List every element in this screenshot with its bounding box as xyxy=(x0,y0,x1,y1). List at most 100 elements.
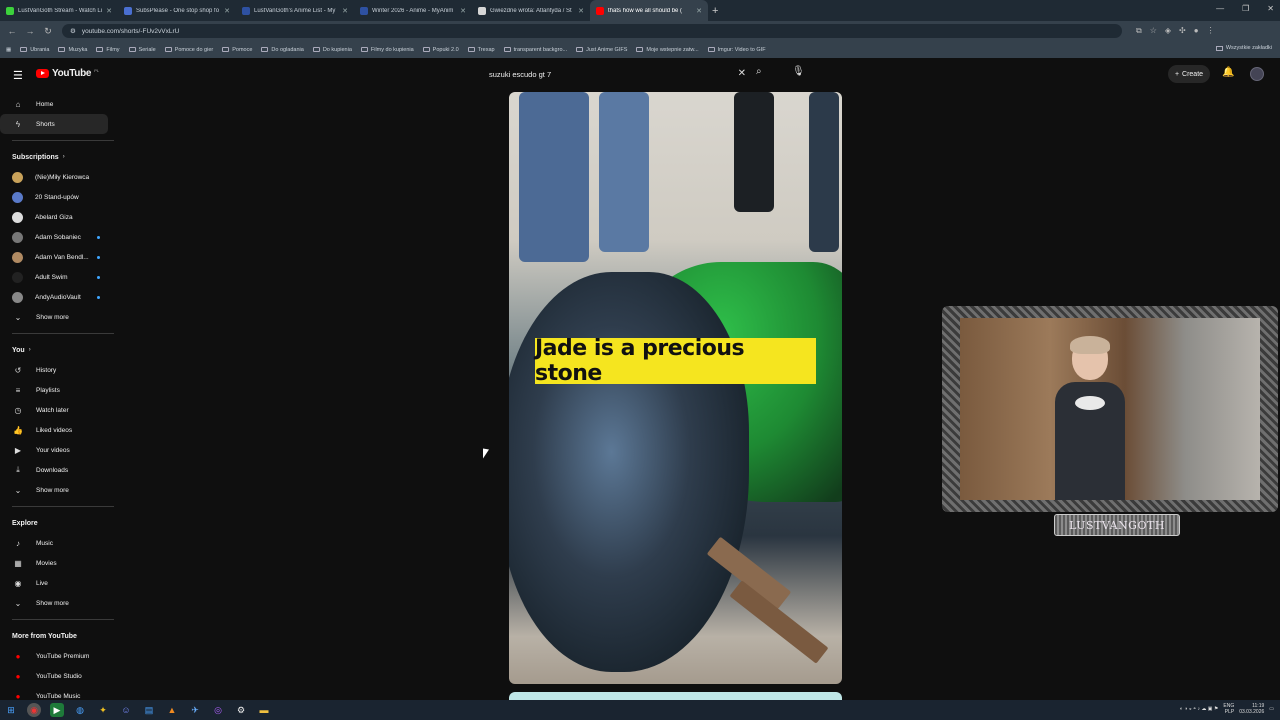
create-button[interactable]: + Create xyxy=(1168,65,1210,83)
next-short-preview[interactable] xyxy=(509,692,842,700)
sidebar-item[interactable]: ↺ History xyxy=(0,360,108,380)
bookmark-item[interactable]: Imgur: Video to GIF xyxy=(707,47,766,53)
puzzle-icon[interactable]: ✣ xyxy=(1179,26,1186,36)
shorts-video-player[interactable]: Jade is a precious stone xyxy=(509,92,842,684)
steam-icon[interactable]: ✈ xyxy=(188,703,202,717)
sidebar-item[interactable]: ● YouTube Studio xyxy=(0,666,108,686)
subscriptions-header[interactable]: Subscriptions › xyxy=(0,147,118,167)
sidebar-item[interactable]: ● YouTube Premium xyxy=(0,646,108,666)
minimize-icon[interactable]: — xyxy=(1216,4,1224,13)
bookmark-item[interactable]: Popuki 2.0 xyxy=(422,47,459,53)
tab[interactable]: Winter 2026 - Anime - MyAnim ✕ xyxy=(354,0,472,21)
tab[interactable]: Gwiezdne wrota: Atlantyda / St ✕ xyxy=(472,0,590,21)
editor-icon[interactable]: ▤ xyxy=(142,703,156,717)
sidebar-item[interactable]: Abelard Giza xyxy=(0,207,108,227)
tab[interactable]: LustVanGoth's Anime List - My ✕ xyxy=(236,0,354,21)
tab-close-icon[interactable]: ✕ xyxy=(106,7,112,15)
bookmark-item[interactable]: Filmy xyxy=(96,47,120,53)
tab-close-icon[interactable]: ✕ xyxy=(342,7,348,15)
bookmark-item[interactable]: Seriale xyxy=(128,47,156,53)
search-input[interactable]: suzuki escudo gt 7 ✕ xyxy=(482,64,752,84)
tab[interactable]: LustVanGoth Stream - Watch Li ✕ xyxy=(0,0,118,21)
bookmark-item[interactable]: Filmy do kupienia xyxy=(360,47,414,53)
hamburger-menu-icon[interactable]: ☰ xyxy=(13,69,23,82)
install-icon[interactable]: ⧉ xyxy=(1136,26,1142,36)
more-from-youtube-header[interactable]: More from YouTube xyxy=(0,626,118,646)
sidebar-item[interactable]: Adam Van Bendl... xyxy=(0,247,108,267)
tab-close-icon[interactable]: ✕ xyxy=(224,7,230,15)
sidebar-item[interactable]: ⌄ Show more xyxy=(0,593,108,613)
sidebar-item[interactable]: ≡ Playlists xyxy=(0,380,108,400)
language-indicator[interactable]: ENG PLP xyxy=(1223,703,1234,715)
notifications-bell-icon[interactable]: 🔔 xyxy=(1222,67,1234,78)
bookmark-item[interactable]: Trexap xyxy=(467,47,495,53)
tab-close-icon[interactable]: ✕ xyxy=(460,7,466,15)
sidebar-item[interactable]: AndyAudioVault xyxy=(0,287,108,307)
menu-dots-icon[interactable]: ⋮ xyxy=(1207,26,1215,36)
sidebar-item[interactable]: ♪ Music xyxy=(0,533,108,553)
bookmark-item[interactable]: Do ogladania xyxy=(261,47,304,53)
new-tab-icon[interactable]: + xyxy=(712,5,718,17)
bookmark-item[interactable]: Just Anime GIFS xyxy=(576,47,627,53)
tab-active[interactable]: thats how we all should be (✕ xyxy=(590,0,708,21)
obs-icon[interactable]: ◎ xyxy=(211,703,225,717)
file-explorer-icon[interactable]: ▬ xyxy=(257,703,271,717)
sidebar-item[interactable]: ◷ Watch later xyxy=(0,400,108,420)
bookmark-item[interactable]: Muzyka xyxy=(58,47,87,53)
sidebar-item[interactable]: (Nie)Miły Kierowca xyxy=(0,167,108,187)
bookmark-item[interactable]: Ubrania xyxy=(20,47,49,53)
reload-icon[interactable]: ↻ xyxy=(42,26,54,37)
bookmark-item[interactable]: Pomoce xyxy=(222,47,252,53)
browser-icon[interactable]: ◍ xyxy=(73,703,87,717)
bookmark-item[interactable]: Moje wstepnie zatw... xyxy=(636,47,699,53)
tray-icons[interactable]: ◐ ◑ ◒ ◓ ♪ ☁ ▣ ⚑ xyxy=(1180,706,1219,712)
avatar[interactable] xyxy=(1250,67,1264,81)
sidebar-item[interactable]: ▶ Your videos xyxy=(0,440,108,460)
sidebar-item[interactable]: ⌂ Home xyxy=(0,94,108,114)
downloads-icon: ⤓ xyxy=(16,465,20,474)
notification-icon[interactable]: ▭ xyxy=(1269,706,1274,712)
chrome-icon[interactable]: ◉ xyxy=(27,703,41,717)
clock[interactable]: 11:19 03.03.2026 xyxy=(1239,703,1264,715)
url-field[interactable]: ⚙ youtube.com/shorts/-FUv2vVxLrU xyxy=(62,24,1122,38)
settings-icon[interactable]: ⚙ xyxy=(234,703,248,717)
all-bookmarks[interactable]: Wszystkie zakładki xyxy=(1215,45,1272,51)
sidebar-item[interactable]: Adam Sobaniec xyxy=(0,227,108,247)
sidebar-item[interactable]: ϟ Shorts xyxy=(0,114,108,134)
tab-close-icon[interactable]: ✕ xyxy=(578,7,584,15)
sidebar-item[interactable]: ⌄ Show more xyxy=(0,480,108,500)
sidebar-item[interactable]: 👍 Liked videos xyxy=(0,420,108,440)
app-icon[interactable]: ✦ xyxy=(96,703,110,717)
star-icon[interactable]: ☆ xyxy=(1150,26,1157,36)
bookmark-item[interactable]: transparent backgro... xyxy=(503,47,567,53)
vlc-icon[interactable]: ▲ xyxy=(165,703,179,717)
windows-start-icon[interactable]: ⊞ xyxy=(4,703,18,717)
tab[interactable]: SubsPlease - One stop shop fo ✕ xyxy=(118,0,236,21)
tab-close-icon[interactable]: ✕ xyxy=(696,7,702,15)
site-info-icon[interactable]: ⚙ xyxy=(70,27,76,35)
back-icon[interactable]: ← xyxy=(6,26,18,36)
apps-icon[interactable]: ▦ xyxy=(6,47,11,53)
terminal-icon[interactable]: ▶ xyxy=(50,703,64,717)
clear-search-icon[interactable]: ✕ xyxy=(738,68,746,79)
sidebar-item[interactable]: ⤓ Downloads xyxy=(0,460,108,480)
forward-icon[interactable]: → xyxy=(24,26,36,36)
bookmark-item[interactable]: Do kupienia xyxy=(312,47,352,53)
bookmark-item[interactable]: Pomoce do gier xyxy=(164,47,213,53)
extension-icon[interactable]: ◈ xyxy=(1165,26,1171,36)
search-icon[interactable]: ⌕ xyxy=(756,66,762,77)
close-window-icon[interactable]: ✕ xyxy=(1267,4,1274,13)
profile-icon[interactable]: ● xyxy=(1194,26,1199,36)
maximize-icon[interactable]: ❐ xyxy=(1242,4,1249,13)
sidebar-item[interactable]: ◉ Live xyxy=(0,573,108,593)
sidebar-item[interactable]: ▦ Movies xyxy=(0,553,108,573)
discord-icon[interactable]: ☺ xyxy=(119,703,133,717)
sidebar-item[interactable]: 20 Stand-upów xyxy=(0,187,108,207)
explore-header[interactable]: Explore xyxy=(0,513,118,533)
microphone-icon[interactable]: 🎙 xyxy=(792,66,805,77)
sidebar-item-label: (Nie)Miły Kierowca xyxy=(35,173,90,181)
you-header[interactable]: You › xyxy=(0,340,118,360)
youtube-logo[interactable]: YouTube PL xyxy=(36,68,99,79)
sidebar-item[interactable]: Adult Swim xyxy=(0,267,108,287)
sidebar-item[interactable]: ⌄ Show more xyxy=(0,307,108,327)
